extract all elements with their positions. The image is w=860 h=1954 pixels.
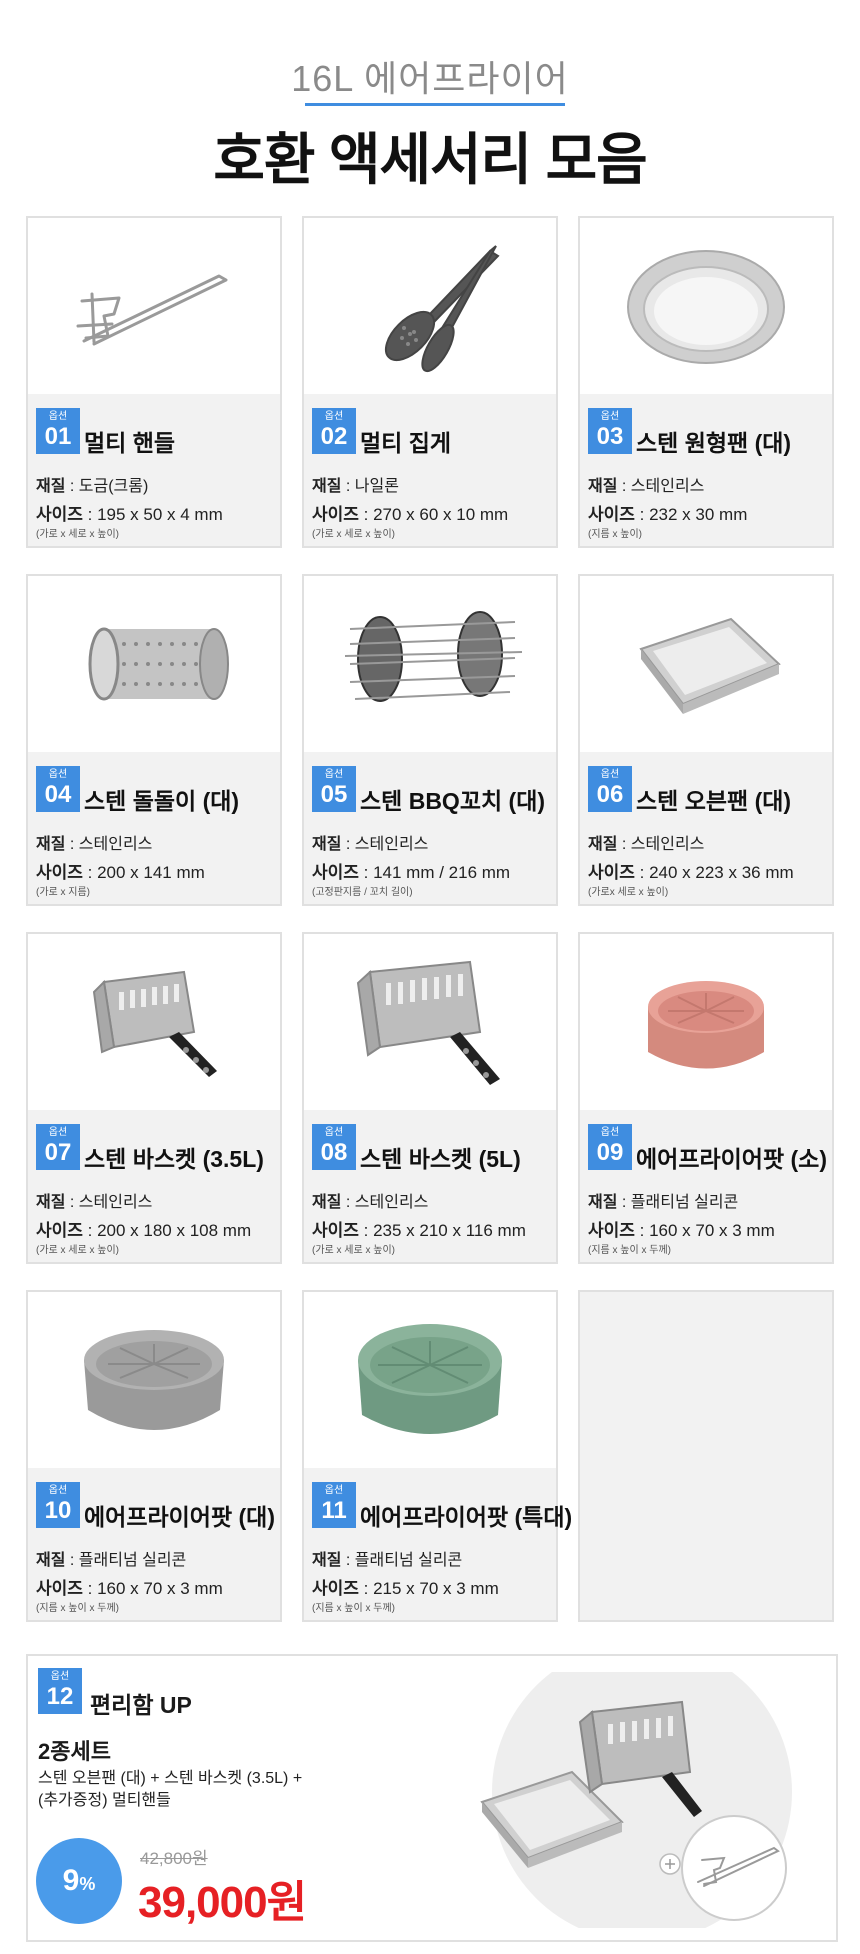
page-title: 호환 액세서리 모음 [213, 128, 647, 191]
product-card-05[interactable]: 옵션 05 스텐 BBQ꼬치 (대) 재질 : 스테인리스 사이즈 : 141 m… [302, 574, 558, 906]
product-name: 에어프라이어팟 (대) [84, 1504, 275, 1530]
product-size: 사이즈 : 200 x 141 mm [36, 863, 205, 882]
option-badge: 옵션 09 [588, 1124, 632, 1170]
product-card-11[interactable]: 옵션 11 에어프라이어팟 (특대) 재질 : 플래티넘 실리콘 사이즈 : 21… [302, 1290, 573, 1622]
option-badge: 옵션 10 [36, 1482, 80, 1528]
option-badge: 옵션 01 [36, 408, 80, 454]
option-badge: 옵션 12 [38, 1668, 82, 1714]
product-material: 재질 : 스테인리스 [312, 1194, 429, 1211]
product-size-note: (지름 x 높이 x 두께) [312, 1603, 395, 1614]
silicone-pot-small-image [580, 934, 832, 1110]
silicone-pot-xlarge-image [304, 1292, 556, 1468]
option-badge: 옵션 03 [588, 408, 632, 454]
product-card-07[interactable]: 옵션 07 스텐 바스켓 (3.5L) 재질 : 스테인리스 사이즈 : 200 … [26, 932, 282, 1264]
product-material: 재질 : 스테인리스 [588, 478, 705, 495]
page-subtitle: 16L 에어프라이어 [291, 58, 569, 99]
product-size: 사이즈 : 141 mm / 216 mm [312, 863, 511, 882]
product-material: 재질 : 도금(크롬) [36, 478, 149, 495]
page-header: 16L 에어프라이어 호환 액세서리 모음 [0, 0, 860, 200]
product-card-06[interactable]: 옵션 06 스텐 오븐팬 (대) 재질 : 스테인리스 사이즈 : 240 x 2… [578, 574, 834, 906]
product-size: 사이즈 : 270 x 60 x 10 mm [312, 505, 509, 524]
product-card-01[interactable]: 옵션 01 멀티 핸들 재질 : 도금(크롬) 사이즈 : 195 x 50 x … [26, 216, 282, 548]
product-size: 사이즈 : 195 x 50 x 4 mm [36, 505, 223, 524]
empty-card [578, 1290, 834, 1622]
product-size-note: (가로 x 지름) [36, 887, 91, 898]
subtitle-underline [305, 103, 565, 106]
product-size-note: (지름 x 높이 x 두께) [36, 1603, 119, 1614]
basket-5l-image [304, 934, 556, 1110]
product-card-10[interactable]: 옵션 10 에어프라이어팟 (대) 재질 : 플래티넘 실리콘 사이즈 : 160… [26, 1290, 282, 1622]
multi-tongs-image [304, 218, 556, 394]
product-name: 멀티 핸들 [84, 430, 176, 456]
product-size: 사이즈 : 160 x 70 x 3 mm [588, 1221, 775, 1240]
sale-price: 39,000원 [138, 1878, 307, 1927]
product-card-09[interactable]: 옵션 09 에어프라이어팟 (소) 재질 : 플래티넘 실리콘 사이즈 : 160… [578, 932, 834, 1264]
option-badge: 옵션 08 [312, 1124, 356, 1170]
option-badge: 옵션 11 [312, 1482, 356, 1528]
product-name: 스텐 원형팬 (대) [636, 430, 792, 456]
option-badge: 옵션 04 [36, 766, 80, 812]
product-size: 사이즈 : 215 x 70 x 3 mm [312, 1579, 499, 1598]
product-material: 재질 : 플래티넘 실리콘 [36, 1552, 187, 1569]
product-name: 스텐 바스켓 (5L) [360, 1146, 521, 1172]
product-material: 재질 : 플래티넘 실리콘 [588, 1194, 739, 1211]
product-size-note: (가로x 세로 x 높이) [588, 887, 669, 898]
option-badge: 옵션 05 [312, 766, 356, 812]
option-badge: 옵션 06 [588, 766, 632, 812]
product-material: 재질 : 스테인리스 [312, 836, 429, 853]
product-name: 멀티 집게 [360, 430, 452, 456]
product-size-note: (가로 x 세로 x 높이) [36, 1245, 119, 1256]
set-name: 편리함 UP [90, 1692, 192, 1718]
set-product-image [462, 1642, 822, 1942]
set-subtitle: 2종세트 [38, 1739, 111, 1764]
product-size: 사이즈 : 232 x 30 mm [588, 505, 748, 524]
product-card-02[interactable]: 옵션 02 멀티 집게 재질 : 나일론 사이즈 : 270 x 60 x 10 … [302, 216, 558, 548]
product-name: 에어프라이어팟 (특대) [360, 1504, 573, 1530]
product-size: 사이즈 : 160 x 70 x 3 mm [36, 1579, 223, 1598]
product-card-04[interactable]: 옵션 04 스텐 돌돌이 (대) 재질 : 스테인리스 사이즈 : 200 x 1… [26, 574, 282, 906]
silicone-pot-large-image [28, 1292, 280, 1468]
product-size: 사이즈 : 200 x 180 x 108 mm [36, 1221, 252, 1240]
product-name: 스텐 바스켓 (3.5L) [84, 1146, 264, 1172]
rotisserie-basket-image [28, 576, 280, 752]
product-size-note: (가로 x 세로 x 높이) [312, 1245, 395, 1256]
product-material: 재질 : 플래티넘 실리콘 [312, 1552, 463, 1569]
discount-badge: 9% [36, 1838, 122, 1924]
product-size-note: (고정판지름 / 꼬치 길이) [312, 887, 413, 898]
basket-35l-image [28, 934, 280, 1110]
product-size-note: (지름 x 높이) [588, 529, 643, 540]
bbq-skewer-image [304, 576, 556, 752]
multi-handle-image [28, 218, 280, 394]
product-material: 재질 : 스테인리스 [588, 836, 705, 853]
product-name: 스텐 BBQ꼬치 (대) [360, 788, 546, 814]
product-material: 재질 : 나일론 [312, 478, 399, 495]
option-badge: 옵션 07 [36, 1124, 80, 1170]
product-name: 스텐 오븐팬 (대) [636, 788, 792, 814]
product-card-03[interactable]: 옵션 03 스텐 원형팬 (대) 재질 : 스테인리스 사이즈 : 232 x 3… [578, 216, 834, 548]
round-pan-image [580, 218, 832, 394]
product-name: 스텐 돌돌이 (대) [84, 788, 240, 814]
product-name: 에어프라이어팟 (소) [636, 1146, 827, 1172]
product-size-note: (지름 x 높이 x 두께) [588, 1245, 671, 1256]
option-badge: 옵션 02 [312, 408, 356, 454]
set-description: 스텐 오븐팬 (대) + 스텐 바스켓 (3.5L) + (추가증정) 멀티핸들 [38, 1770, 303, 1809]
oven-pan-image [580, 576, 832, 752]
set-card-12[interactable]: 옵션 12 편리함 UP 2종세트 스텐 오븐팬 (대) + 스텐 바스켓 (3.… [26, 1642, 838, 1942]
product-size-note: (가로 x 세로 x 높이) [312, 529, 395, 540]
product-material: 재질 : 스테인리스 [36, 1194, 153, 1211]
product-size: 사이즈 : 240 x 223 x 36 mm [588, 863, 794, 882]
product-material: 재질 : 스테인리스 [36, 836, 153, 853]
product-size-note: (가로 x 세로 x 높이) [36, 529, 119, 540]
product-card-08[interactable]: 옵션 08 스텐 바스켓 (5L) 재질 : 스테인리스 사이즈 : 235 x … [302, 932, 558, 1264]
product-size: 사이즈 : 235 x 210 x 116 mm [312, 1221, 526, 1240]
